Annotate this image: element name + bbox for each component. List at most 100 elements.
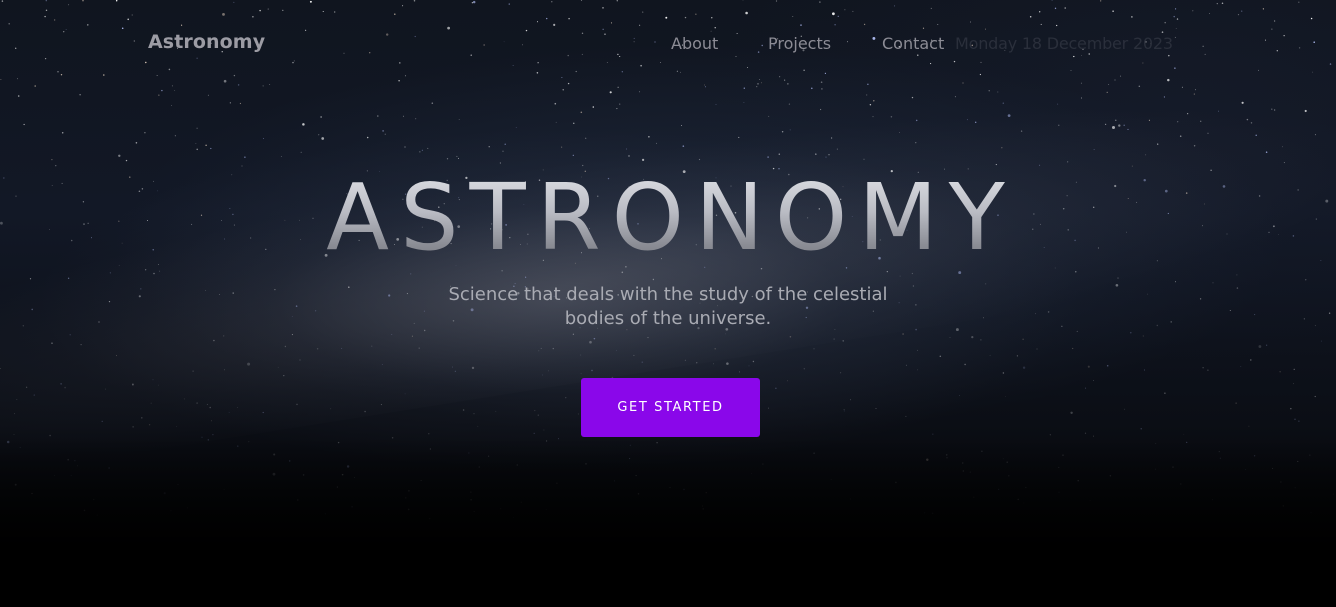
star xyxy=(125,159,128,162)
star xyxy=(971,335,974,339)
star xyxy=(837,15,839,17)
star xyxy=(959,395,960,396)
star xyxy=(1142,335,1144,337)
star xyxy=(233,1,235,3)
star xyxy=(1193,145,1196,147)
star xyxy=(51,342,53,344)
star xyxy=(209,406,211,409)
star xyxy=(820,81,823,83)
star xyxy=(953,60,956,63)
star xyxy=(262,137,265,140)
star xyxy=(404,75,407,77)
star xyxy=(568,17,570,20)
star xyxy=(711,17,713,19)
star xyxy=(1064,7,1066,9)
star xyxy=(779,76,781,78)
star xyxy=(421,149,423,151)
star xyxy=(447,26,450,30)
star xyxy=(223,335,225,337)
star xyxy=(538,350,540,352)
star xyxy=(68,4,70,6)
star xyxy=(1329,63,1332,65)
star xyxy=(997,91,999,93)
star xyxy=(602,7,604,9)
star xyxy=(23,123,25,126)
star xyxy=(60,74,63,76)
star xyxy=(551,1,553,3)
star xyxy=(843,410,845,412)
star xyxy=(869,103,872,106)
star xyxy=(174,135,176,137)
star xyxy=(377,115,379,117)
star xyxy=(283,374,285,377)
star xyxy=(1147,293,1149,295)
star xyxy=(277,366,279,368)
star xyxy=(168,68,171,71)
star xyxy=(1312,71,1314,73)
star xyxy=(314,310,317,312)
star xyxy=(320,116,322,118)
star xyxy=(31,308,33,311)
star xyxy=(404,146,406,148)
star xyxy=(1036,348,1038,350)
star xyxy=(394,13,396,15)
star xyxy=(922,27,925,29)
star xyxy=(116,355,117,357)
star xyxy=(382,130,384,132)
star xyxy=(1035,313,1036,315)
star xyxy=(1115,119,1117,121)
star xyxy=(553,23,556,26)
star xyxy=(196,402,198,404)
star xyxy=(33,394,35,396)
star xyxy=(533,432,535,435)
get-started-button[interactable]: GET STARTED xyxy=(581,378,760,437)
star xyxy=(704,86,707,88)
star xyxy=(302,123,305,126)
star xyxy=(641,361,644,364)
star xyxy=(316,348,319,350)
star xyxy=(849,399,852,401)
star xyxy=(44,57,47,60)
star xyxy=(863,23,866,26)
star xyxy=(8,23,10,25)
star xyxy=(1161,31,1164,33)
star xyxy=(768,115,770,117)
star xyxy=(589,340,592,344)
star xyxy=(617,86,619,88)
star xyxy=(966,119,968,121)
star xyxy=(665,16,668,19)
star xyxy=(573,122,575,124)
star xyxy=(1170,321,1172,323)
star xyxy=(1195,89,1197,91)
star xyxy=(1130,331,1132,334)
star xyxy=(1115,283,1119,287)
star xyxy=(1112,126,1115,129)
star xyxy=(57,71,59,73)
star xyxy=(811,87,813,90)
star xyxy=(593,337,596,340)
star xyxy=(937,24,939,25)
star xyxy=(1314,325,1316,327)
star xyxy=(413,0,416,2)
star xyxy=(561,76,563,78)
star xyxy=(299,359,301,361)
star xyxy=(1236,287,1239,289)
star xyxy=(135,142,138,144)
nav-link-contact[interactable]: Contact xyxy=(882,34,944,53)
star xyxy=(295,305,298,307)
star xyxy=(875,408,877,409)
star xyxy=(219,294,220,295)
star xyxy=(108,300,111,303)
star xyxy=(1,0,4,2)
star xyxy=(565,397,567,399)
star xyxy=(1282,146,1284,148)
star xyxy=(473,413,475,415)
nav-link-projects[interactable]: Projects xyxy=(768,34,831,53)
nav-link-about[interactable]: About xyxy=(671,34,718,53)
star xyxy=(1002,372,1005,374)
star xyxy=(284,345,287,348)
star xyxy=(1080,82,1082,84)
star xyxy=(1020,130,1023,132)
star xyxy=(1328,312,1331,314)
star xyxy=(1175,8,1177,10)
